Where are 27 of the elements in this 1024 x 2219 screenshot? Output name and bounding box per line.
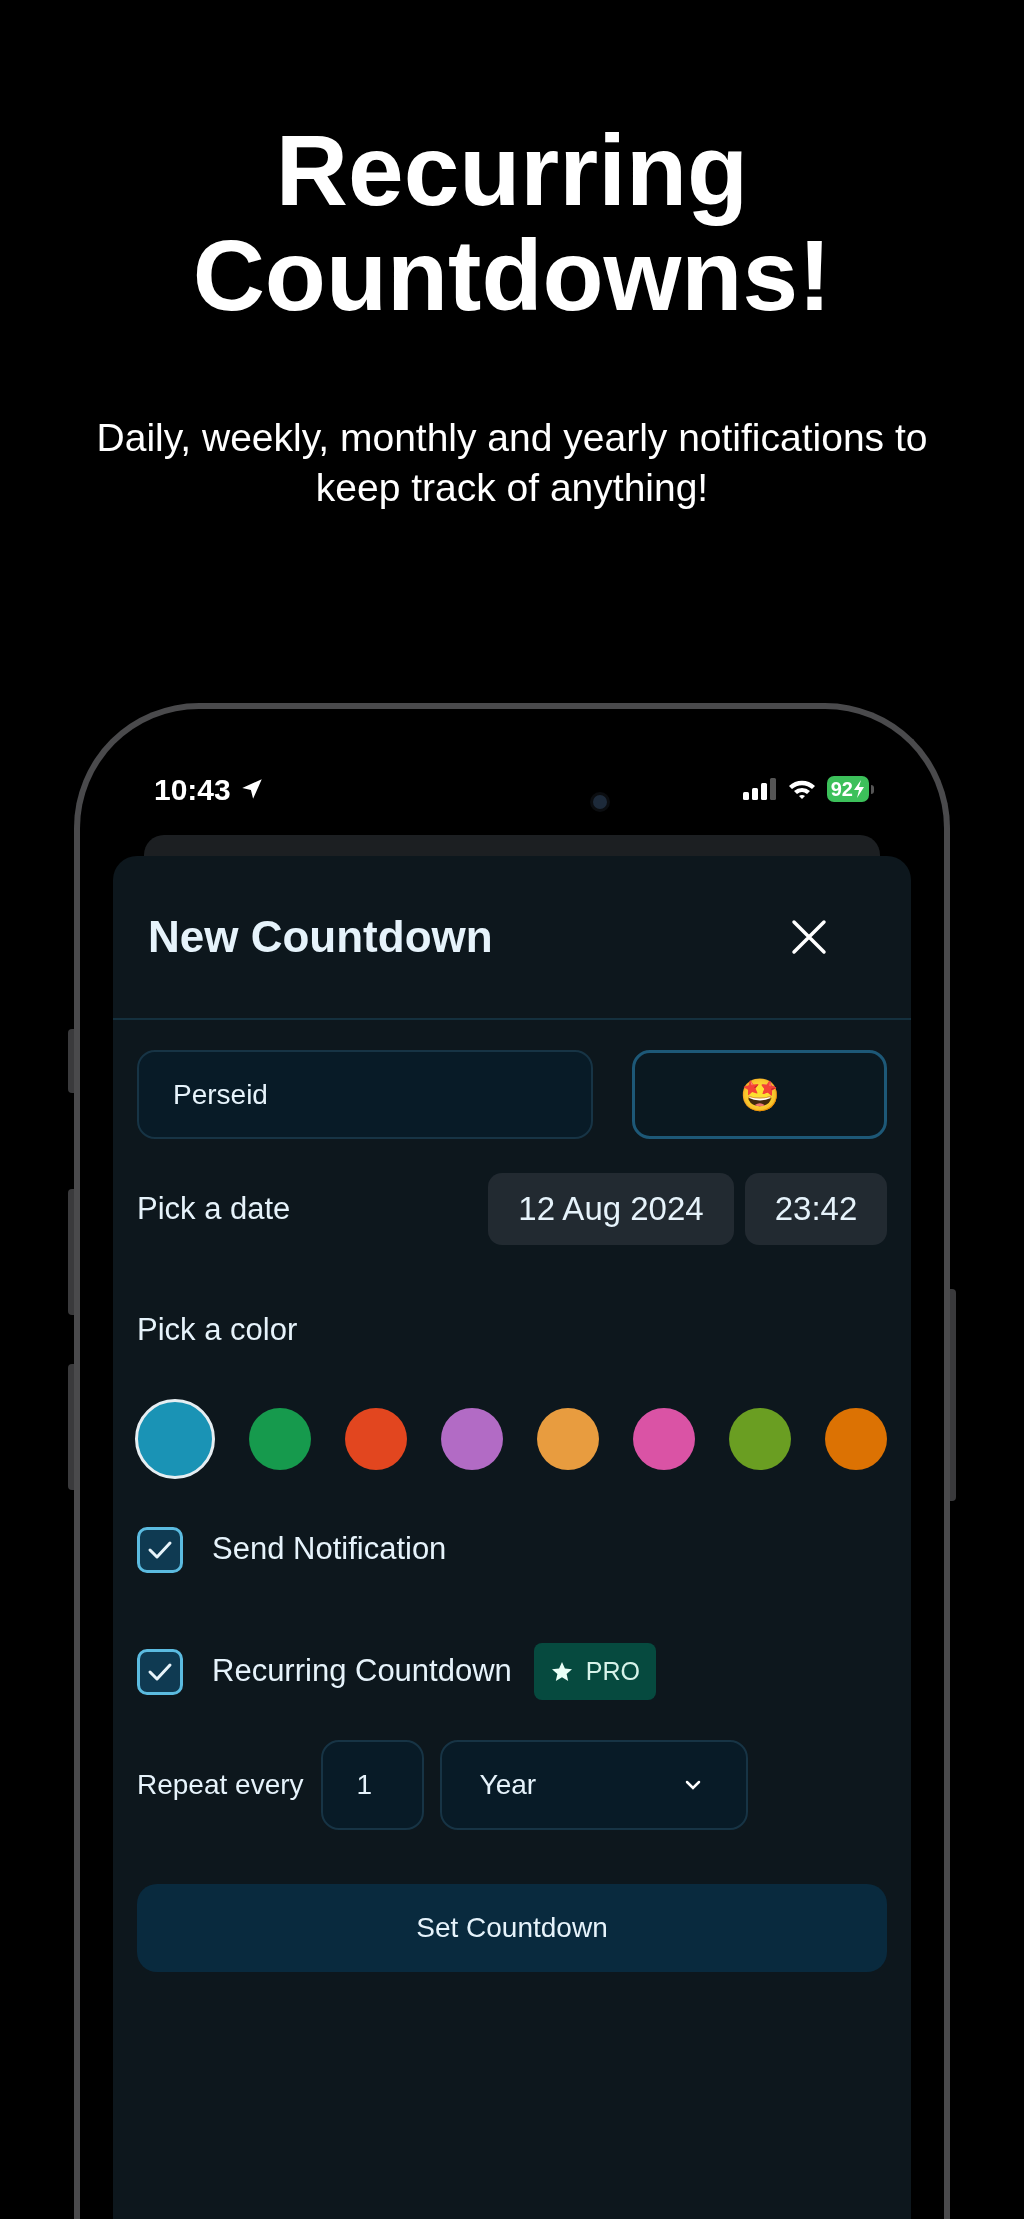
option-label: Send Notification bbox=[212, 1530, 447, 1569]
close-button[interactable] bbox=[789, 917, 829, 957]
color-label: Pick a color bbox=[137, 1311, 299, 1349]
sheet-title: New Countdown bbox=[148, 911, 493, 963]
set-countdown-button[interactable]: Set Countdown bbox=[137, 1884, 887, 1972]
emoji-button[interactable]: 🤩 bbox=[632, 1050, 887, 1139]
checkbox[interactable] bbox=[137, 1648, 183, 1695]
checkbox[interactable] bbox=[137, 1526, 183, 1573]
signal-icon bbox=[742, 778, 777, 800]
name-field[interactable]: Perseid bbox=[137, 1050, 593, 1139]
bolt-icon bbox=[853, 780, 865, 798]
camera-icon bbox=[590, 792, 610, 812]
repeat-label: Repeat every bbox=[137, 1768, 304, 1802]
checkmark-icon bbox=[147, 1539, 173, 1560]
checkmark-icon bbox=[147, 1661, 173, 1682]
headline: Recurring Countdowns! bbox=[191, 118, 833, 328]
date-button[interactable]: 12 Aug 2024 bbox=[488, 1173, 734, 1245]
time-button[interactable]: 23:42 bbox=[745, 1173, 887, 1245]
option-label: Recurring Countdown bbox=[212, 1652, 512, 1691]
battery-indicator: 92 bbox=[826, 776, 869, 802]
badge-text: PRO bbox=[585, 1655, 640, 1687]
count-field[interactable]: 1 bbox=[320, 1740, 424, 1830]
subtitle: Daily, weekly, monthly and yearly notifications to keep track of anything! bbox=[95, 415, 929, 511]
date-label: Pick a date bbox=[137, 1189, 291, 1228]
unit-dropdown[interactable]: Year bbox=[439, 1740, 748, 1830]
status-time: 10:43 bbox=[154, 771, 231, 808]
chevron-down-icon bbox=[683, 1779, 702, 1791]
